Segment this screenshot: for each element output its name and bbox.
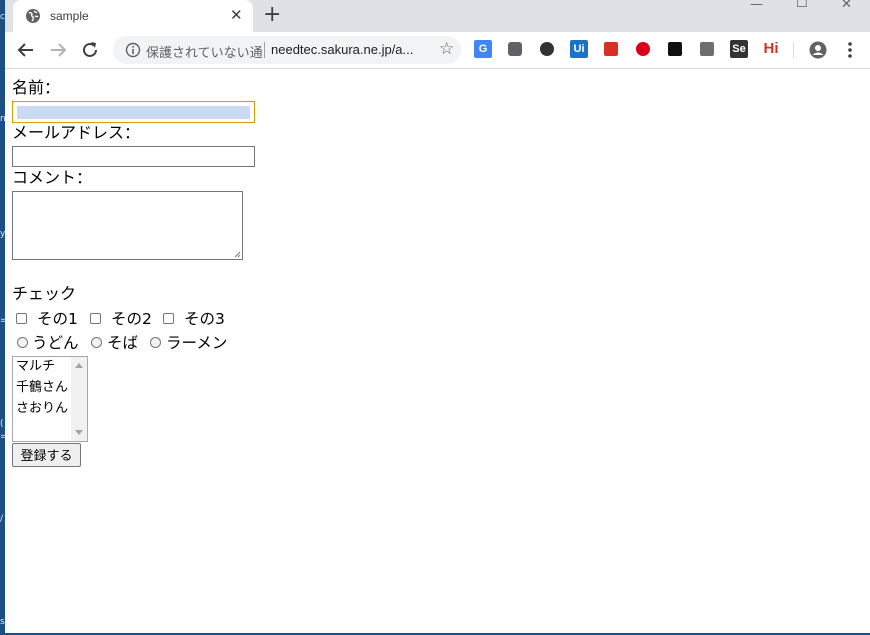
thumbs-up-icon[interactable] xyxy=(698,40,716,58)
checkbox-1-label: その1 xyxy=(37,310,78,328)
submit-button[interactable]: 登録する xyxy=(12,443,81,467)
toolbar-divider xyxy=(793,42,794,58)
forward-icon[interactable] xyxy=(47,39,69,61)
browser-toolbar: 保護されていない通 needtec.sakura.ne.jp/a... ☆ G U… xyxy=(5,32,870,69)
menu-kebab-icon[interactable] xyxy=(839,39,861,61)
new-tab-button[interactable]: + xyxy=(263,3,281,27)
close-tab-icon[interactable]: ✕ xyxy=(230,6,243,24)
url-text[interactable]: needtec.sakura.ne.jp/a... xyxy=(271,42,413,57)
name-input[interactable] xyxy=(12,101,255,123)
browser-window: sample ✕ + — ☐ ✕ 保護されていない通 needtec.sakur… xyxy=(5,0,870,633)
multi-select-listbox[interactable]: マルチ 千鶴さん さおりん xyxy=(12,356,88,442)
omnibox-divider xyxy=(264,42,265,58)
radio-3[interactable] xyxy=(150,337,161,348)
reload-icon[interactable] xyxy=(79,39,101,61)
name-input-selection xyxy=(17,106,250,119)
resize-grip-icon[interactable] xyxy=(233,250,241,258)
back-icon[interactable] xyxy=(15,39,37,61)
selenium-icon[interactable]: Se xyxy=(730,40,748,58)
comment-textarea[interactable] xyxy=(12,191,243,260)
comment-label: コメント： xyxy=(12,168,93,187)
checkbox-1[interactable] xyxy=(16,313,27,324)
listbox-item[interactable]: さおりん xyxy=(16,401,68,417)
radio-1-label: うどん xyxy=(32,334,79,352)
radio-2-label: そば xyxy=(107,334,139,352)
black-square-icon[interactable] xyxy=(666,40,684,58)
red-pdf-icon-shape xyxy=(604,42,618,56)
scroll-up-arrow-icon[interactable] xyxy=(75,362,83,368)
ui-icon[interactable]: Ui xyxy=(570,40,588,58)
camera-icon[interactable] xyxy=(506,40,524,58)
minimize-button[interactable]: — xyxy=(750,0,763,12)
email-input[interactable] xyxy=(12,146,255,167)
close-window-button[interactable]: ✕ xyxy=(841,0,852,12)
globe-icon xyxy=(26,9,40,23)
checkbox-3-label: その3 xyxy=(184,310,225,328)
address-bar[interactable]: 保護されていない通 needtec.sakura.ne.jp/a... ☆ xyxy=(113,36,461,64)
red-pdf-icon[interactable] xyxy=(602,40,620,58)
black-square-icon-shape xyxy=(668,42,682,56)
profile-icon[interactable] xyxy=(807,39,829,61)
listbox-scrollbar[interactable] xyxy=(71,357,87,441)
checkbox-3[interactable] xyxy=(163,313,174,324)
spheres-icon[interactable] xyxy=(538,40,556,58)
info-icon[interactable] xyxy=(125,42,141,58)
hi-icon[interactable]: Hi xyxy=(762,40,780,58)
check-heading: チェック xyxy=(12,284,77,303)
radio-3-label: ラーメン xyxy=(166,334,228,352)
maximize-button[interactable]: ☐ xyxy=(796,0,808,11)
camera-icon-shape xyxy=(508,42,522,56)
tab-strip: sample ✕ + — ☐ ✕ xyxy=(5,0,870,32)
email-label: メールアドレス： xyxy=(12,123,141,142)
checkbox-2[interactable] xyxy=(90,313,101,324)
security-label: 保護されていない通 xyxy=(146,46,263,61)
radio-2[interactable] xyxy=(91,337,102,348)
radio-1[interactable] xyxy=(17,337,28,348)
tab-title: sample xyxy=(50,9,89,23)
listbox-item[interactable]: 千鶴さん xyxy=(16,380,68,396)
spheres-icon-shape xyxy=(540,42,554,56)
name-label: 名前： xyxy=(12,78,61,97)
checkbox-2-label: その2 xyxy=(111,310,152,328)
trend-icon[interactable] xyxy=(634,40,652,58)
scroll-down-arrow-icon[interactable] xyxy=(75,430,83,436)
thumbs-up-icon-shape xyxy=(700,42,714,56)
trend-icon-shape xyxy=(636,42,650,56)
google-translate-icon[interactable]: G xyxy=(474,40,492,58)
active-tab[interactable]: sample ✕ xyxy=(13,0,253,32)
listbox-item[interactable]: マルチ xyxy=(16,359,55,375)
bookmark-star-icon[interactable]: ☆ xyxy=(439,39,454,59)
